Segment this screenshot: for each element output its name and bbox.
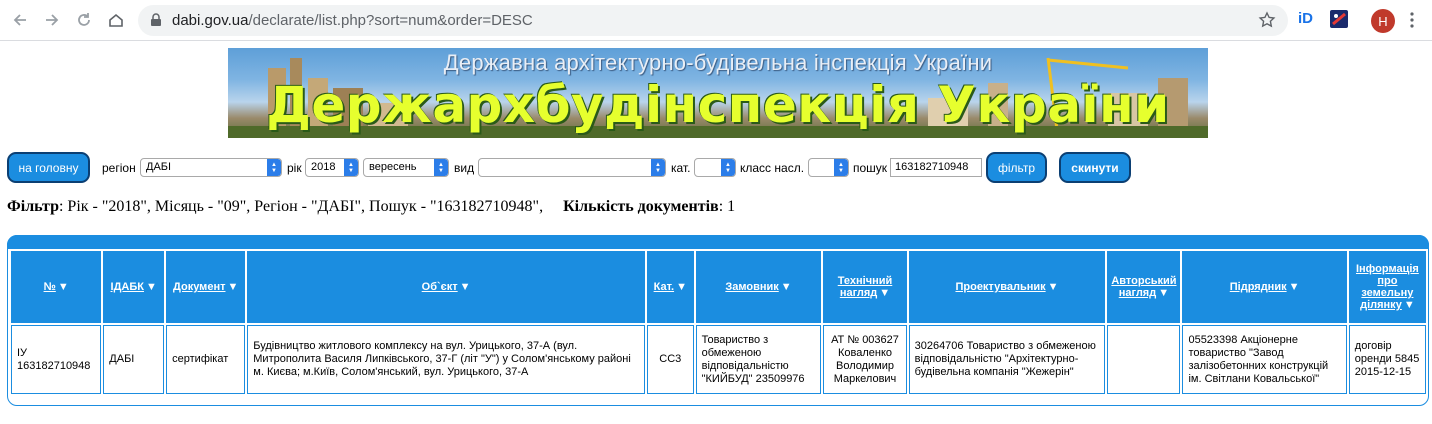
url-domain: dabi.gov.ua xyxy=(172,12,249,29)
region-select[interactable]: ДАБІ ▲ ▼ xyxy=(140,158,282,177)
banner-title: Держархбудінспекція України xyxy=(266,76,1170,134)
column-header[interactable]: Документ ▼ xyxy=(166,251,246,323)
select-arrows-icon: ▲ ▼ xyxy=(651,159,665,176)
category-label: кат. xyxy=(671,161,691,175)
filter-summary-title: Фільтр xyxy=(7,198,59,215)
select-arrows-icon: ▲ ▼ xyxy=(344,159,358,176)
table-header-row: № ▼ ІДАБК ▼ Документ ▼ Об`єкт ▼ Кат. ▼ Замовник ▼ Те… xyxy=(11,251,1426,323)
region-select-value: ДАБІ xyxy=(146,161,172,173)
table-cell: Товариство з обмеженою відповідальністю … xyxy=(695,325,822,394)
extension-id-icon[interactable]: iD xyxy=(1298,10,1313,27)
extension-id-label: iD xyxy=(1298,10,1313,27)
column-header[interactable]: Технічний нагляд ▼ xyxy=(823,251,907,323)
table-body: ІУ 163182710948 ДАБІ сертифікат Будівництво… xyxy=(11,325,1426,394)
search-input[interactable]: 163182710948 xyxy=(890,158,982,177)
column-header-label[interactable]: ІДАБК xyxy=(111,281,144,293)
sort-desc-icon[interactable]: ▼ xyxy=(781,281,792,293)
column-header[interactable]: Замовник ▼ xyxy=(695,251,822,323)
column-header[interactable]: Підрядник ▼ xyxy=(1182,251,1347,323)
banner-subtitle: Державна архітектурно-будівельна інспекц… xyxy=(443,50,993,75)
panel-header-bar xyxy=(7,235,1429,249)
table-cell: сертифікат xyxy=(166,325,246,394)
category-select[interactable]: ▲ ▼ xyxy=(694,158,736,177)
address-bar[interactable]: dabi.gov.ua/declarate/list.php?sort=num&… xyxy=(138,5,1288,36)
sort-desc-icon[interactable]: ▼ xyxy=(879,287,890,299)
table-row: ІУ 163182710948 ДАБІ сертифікат Будівництво… xyxy=(11,325,1426,394)
sort-desc-icon[interactable]: ▼ xyxy=(460,281,471,293)
sort-desc-icon[interactable]: ▼ xyxy=(676,281,687,293)
column-header-label[interactable]: Документ xyxy=(173,281,225,293)
sort-desc-icon[interactable]: ▼ xyxy=(1048,281,1059,293)
avatar-letter: Н xyxy=(1378,13,1388,29)
column-header[interactable]: Проектувальник ▼ xyxy=(908,251,1106,323)
reset-button[interactable]: скинути xyxy=(1059,152,1131,183)
url-path: /declarate/list.php?sort=num&order=DESC xyxy=(248,12,533,29)
table-cell: 30264706 Товариство з обмеженою відповід… xyxy=(908,325,1106,394)
bookmark-star-icon[interactable] xyxy=(1258,11,1276,34)
reload-icon[interactable] xyxy=(73,9,95,31)
year-select-value: 2018 xyxy=(311,161,336,173)
profile-avatar[interactable]: Н xyxy=(1371,9,1395,33)
back-arrow-icon[interactable] xyxy=(9,9,31,31)
month-select-value: вересень xyxy=(369,161,417,173)
year-label: рік xyxy=(287,161,302,175)
column-header[interactable]: Об`єкт ▼ xyxy=(247,251,645,323)
sort-desc-icon[interactable]: ▼ xyxy=(58,281,69,293)
sort-desc-icon[interactable]: ▼ xyxy=(1158,287,1169,299)
sort-desc-icon[interactable]: ▼ xyxy=(1289,281,1300,293)
column-header-label[interactable]: Підрядник xyxy=(1230,281,1287,293)
extension-flag-icon[interactable] xyxy=(1330,10,1348,33)
year-select[interactable]: 2018 ▲ ▼ xyxy=(305,158,359,177)
browser-toolbar: dabi.gov.ua/declarate/list.php?sort=num&… xyxy=(0,0,1432,41)
table-cell: договір оренди 5845 2015-12-15 xyxy=(1348,325,1426,394)
home-icon[interactable] xyxy=(105,9,127,31)
table-cell: ДАБІ xyxy=(103,325,165,394)
document-count-value: : 1 xyxy=(718,198,736,215)
class-label: класс насл. xyxy=(740,161,805,175)
select-arrows-icon: ▲ ▼ xyxy=(834,159,848,176)
table-cell: СС3 xyxy=(646,325,694,394)
table-cell: Будівництво житлового комплексу на вул. … xyxy=(247,325,645,394)
select-arrows-icon: ▲ ▼ xyxy=(721,159,735,176)
lock-icon[interactable] xyxy=(150,13,162,32)
column-header[interactable]: Авторський нагляд ▼ xyxy=(1107,251,1181,323)
forward-arrow-icon[interactable] xyxy=(41,9,63,31)
menu-kebab-icon[interactable] xyxy=(1410,12,1414,33)
column-header-label[interactable]: Проектувальник xyxy=(955,281,1045,293)
sort-desc-icon[interactable]: ▼ xyxy=(227,281,238,293)
type-label: вид xyxy=(454,161,475,175)
column-header-label[interactable]: Кат. xyxy=(654,281,674,293)
url-text[interactable]: dabi.gov.ua/declarate/list.php?sort=num&… xyxy=(172,12,533,29)
header-banner: Державна архітектурно-будівельна інспекц… xyxy=(228,48,1208,138)
results-table: № ▼ ІДАБК ▼ Документ ▼ Об`єкт ▼ Кат. ▼ Замовник ▼ Те… xyxy=(9,249,1428,396)
month-select[interactable]: вересень ▲ ▼ xyxy=(363,158,449,177)
column-header-label[interactable]: № xyxy=(44,281,56,293)
class-select[interactable]: ▲ ▼ xyxy=(808,158,849,177)
column-header-label[interactable]: Об`єкт xyxy=(422,281,458,293)
filter-summary-text: : Рік - "2018", Місяць - "09", Регіон - … xyxy=(58,198,544,215)
select-arrows-icon: ▲ ▼ xyxy=(267,159,281,176)
sort-desc-icon[interactable]: ▼ xyxy=(146,281,157,293)
document-count-title: Кількість документів xyxy=(563,198,719,215)
region-label: регіон xyxy=(102,161,136,175)
sort-desc-icon[interactable]: ▼ xyxy=(1404,299,1415,311)
results-panel: № ▼ ІДАБК ▼ Документ ▼ Об`єкт ▼ Кат. ▼ Замовник ▼ Те… xyxy=(7,235,1429,406)
search-label: пошук xyxy=(853,161,888,175)
home-button[interactable]: на головну xyxy=(7,152,90,183)
table-cell: 05523398 Акціонерне товариство "Завод за… xyxy=(1182,325,1347,394)
column-header[interactable]: Інформація про земельну ділянку ▼ xyxy=(1348,251,1426,323)
table-cell xyxy=(1107,325,1181,394)
column-header[interactable]: № ▼ xyxy=(11,251,102,323)
type-select[interactable]: ▲ ▼ xyxy=(478,158,666,177)
table-cell: АТ № 003627 Коваленко Володимир Маркелов… xyxy=(823,325,907,394)
select-arrows-icon: ▲ ▼ xyxy=(434,159,448,176)
column-header[interactable]: ІДАБК ▼ xyxy=(103,251,165,323)
table-cell: ІУ 163182710948 xyxy=(11,325,102,394)
column-header[interactable]: Кат. ▼ xyxy=(646,251,694,323)
column-header-label[interactable]: Замовник xyxy=(725,281,778,293)
filter-summary: Фільтр: Рік - "2018", Місяць - "09", Рег… xyxy=(7,198,735,216)
filter-button[interactable]: фільтр xyxy=(986,152,1047,183)
